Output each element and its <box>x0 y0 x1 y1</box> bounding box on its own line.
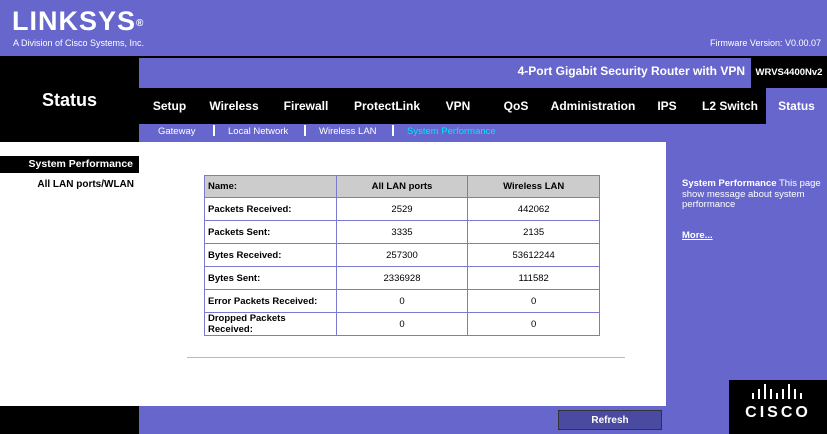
lan-value: 257300 <box>335 243 469 267</box>
wlan-value: 53612244 <box>467 243 600 267</box>
subtab-gateway[interactable]: Gateway <box>158 126 196 137</box>
tab-l2-switch[interactable]: L2 Switch <box>696 88 764 124</box>
logo-subtitle: A Division of Cisco Systems, Inc. <box>13 38 145 48</box>
row-label: Bytes Sent: <box>204 266 337 290</box>
row-label: Packets Sent: <box>204 220 337 244</box>
tab-status[interactable]: Status <box>766 88 827 124</box>
header-wireless-lan: Wireless LAN <box>467 175 600 198</box>
wlan-value: 0 <box>467 312 600 336</box>
table-row: Packets Received: 2529 442062 <box>204 197 600 221</box>
table-row: Bytes Received: 257300 53612244 <box>204 243 600 267</box>
performance-table: Name: All LAN ports Wireless LAN Packets… <box>204 175 600 336</box>
model-badge: WRVS4400Nv2 <box>751 56 827 88</box>
subtab-divider <box>392 125 394 136</box>
refresh-button[interactable]: Refresh <box>558 410 662 430</box>
header-name: Name: <box>204 175 337 198</box>
tab-firewall[interactable]: Firewall <box>274 88 338 124</box>
table-row: Packets Sent: 3335 2135 <box>204 220 600 244</box>
wlan-value: 111582 <box>467 266 600 290</box>
tab-wireless[interactable]: Wireless <box>200 88 268 124</box>
lan-value: 3335 <box>335 220 469 244</box>
wlan-value: 2135 <box>467 220 600 244</box>
subtab-wireless-lan[interactable]: Wireless LAN <box>319 126 377 137</box>
content-divider <box>187 357 625 358</box>
lan-value: 0 <box>335 289 469 313</box>
subtab-divider <box>304 125 306 136</box>
wlan-value: 442062 <box>467 197 600 221</box>
wlan-value: 0 <box>467 289 600 313</box>
footer-left <box>0 406 139 434</box>
cisco-bars-icon <box>752 384 802 399</box>
sidebar-item-system-performance[interactable]: System Performance <box>0 156 139 173</box>
lan-value: 0 <box>335 312 469 336</box>
lan-value: 2336928 <box>335 266 469 290</box>
help-text: System Performance This page show messag… <box>682 178 821 210</box>
tab-setup[interactable]: Setup <box>142 88 197 124</box>
subtab-system-performance[interactable]: System Performance <box>407 126 496 137</box>
subtab-divider <box>213 125 215 136</box>
row-label: Bytes Received: <box>204 243 337 267</box>
row-label: Error Packets Received: <box>204 289 337 313</box>
linksys-logo: LINKSYS® <box>12 6 145 36</box>
sidebar-item-all-lan-ports-wlan[interactable]: All LAN ports/WLAN <box>0 179 134 190</box>
row-label: Dropped Packets Received: <box>204 312 337 336</box>
tab-administration[interactable]: Administration <box>547 88 639 124</box>
table-row: Dropped Packets Received: 0 0 <box>204 312 600 336</box>
page-title: Status <box>41 90 97 110</box>
header-all-lan-ports: All LAN ports <box>335 175 469 198</box>
product-name: 4-Port Gigabit Security Router with VPN <box>517 64 745 78</box>
firmware-version: Firmware Version: V0.00.07 <box>709 38 821 48</box>
cisco-wordmark: CISCO <box>745 404 811 421</box>
table-header-row: Name: All LAN ports Wireless LAN <box>204 175 600 198</box>
table-row: Bytes Sent: 2336928 111582 <box>204 266 600 290</box>
row-label: Packets Received: <box>204 197 337 221</box>
more-link[interactable]: More... <box>682 230 713 241</box>
lan-value: 2529 <box>335 197 469 221</box>
tab-ips[interactable]: IPS <box>652 88 682 124</box>
table-row: Error Packets Received: 0 0 <box>204 289 600 313</box>
tab-vpn[interactable]: VPN <box>438 88 478 124</box>
subtab-local-network[interactable]: Local Network <box>228 126 288 137</box>
tab-qos[interactable]: QoS <box>496 88 536 124</box>
tab-protectlink[interactable]: ProtectLink <box>346 88 428 124</box>
